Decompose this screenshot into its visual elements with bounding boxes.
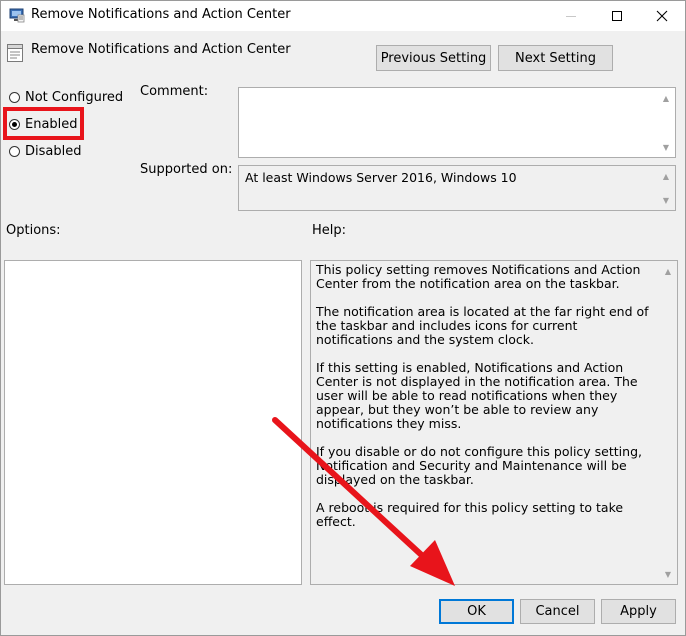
supported-on-box[interactable]: At least Windows Server 2016, Windows 10… — [238, 165, 676, 211]
help-text: This policy setting removes Notification… — [316, 263, 658, 543]
policy-setting-icon — [7, 44, 23, 62]
minimize-button[interactable] — [548, 1, 594, 30]
help-paragraph: If this setting is enabled, Notification… — [316, 360, 638, 431]
scroll-down-icon[interactable]: ▼ — [660, 567, 676, 581]
options-label: Options: — [6, 223, 61, 238]
help-paragraph: This policy setting removes Notification… — [316, 262, 641, 291]
scroll-up-icon[interactable]: ▲ — [660, 264, 676, 278]
help-scrollbar[interactable]: ▲ ▼ — [660, 262, 676, 583]
maximize-button[interactable] — [594, 1, 640, 30]
radio-circle[interactable] — [9, 118, 20, 130]
radio-disabled[interactable]: Disabled — [9, 142, 81, 160]
supported-on-label: Supported on: — [140, 162, 233, 177]
supported-scrollbar[interactable]: ▲ ▼ — [658, 167, 674, 209]
options-pane[interactable] — [4, 260, 302, 585]
radio-label: Not Configured — [25, 89, 124, 105]
radio-circle[interactable] — [9, 91, 20, 103]
cancel-button[interactable]: Cancel — [520, 599, 595, 624]
minimize-icon — [566, 15, 576, 17]
radio-label: Disabled — [25, 143, 82, 159]
window-title: Remove Notifications and Action Center — [31, 7, 291, 22]
comment-textarea[interactable]: ▲ ▼ — [238, 87, 676, 158]
close-button[interactable] — [639, 1, 685, 30]
ok-button[interactable]: OK — [439, 599, 514, 624]
group-policy-icon — [9, 7, 25, 23]
scroll-up-icon[interactable]: ▲ — [658, 169, 674, 183]
help-paragraph: If you disable or do not configure this … — [316, 444, 642, 487]
next-setting-button[interactable]: Next Setting — [498, 45, 613, 71]
scroll-down-icon[interactable]: ▼ — [658, 140, 674, 154]
help-paragraph: A reboot is required for this policy set… — [316, 500, 624, 529]
supported-on-value: At least Windows Server 2016, Windows 10 — [245, 170, 517, 185]
radio-not-configured[interactable]: Not Configured — [9, 88, 123, 106]
maximize-icon — [612, 10, 622, 21]
help-label: Help: — [312, 223, 347, 238]
apply-button[interactable]: Apply — [601, 599, 676, 624]
help-pane[interactable]: This policy setting removes Notification… — [310, 260, 678, 585]
radio-enabled[interactable]: Enabled — [9, 115, 78, 133]
comment-scrollbar[interactable]: ▲ ▼ — [658, 89, 674, 156]
scroll-down-icon[interactable]: ▼ — [658, 193, 674, 207]
scroll-up-icon[interactable]: ▲ — [658, 91, 674, 105]
radio-circle[interactable] — [9, 145, 20, 157]
comment-label: Comment: — [140, 84, 209, 99]
previous-setting-button[interactable]: Previous Setting — [376, 45, 491, 71]
setting-title: Remove Notifications and Action Center — [31, 42, 291, 57]
radio-label: Enabled — [25, 116, 78, 132]
help-paragraph: The notification area is located at the … — [316, 304, 649, 347]
close-icon — [656, 10, 668, 21]
